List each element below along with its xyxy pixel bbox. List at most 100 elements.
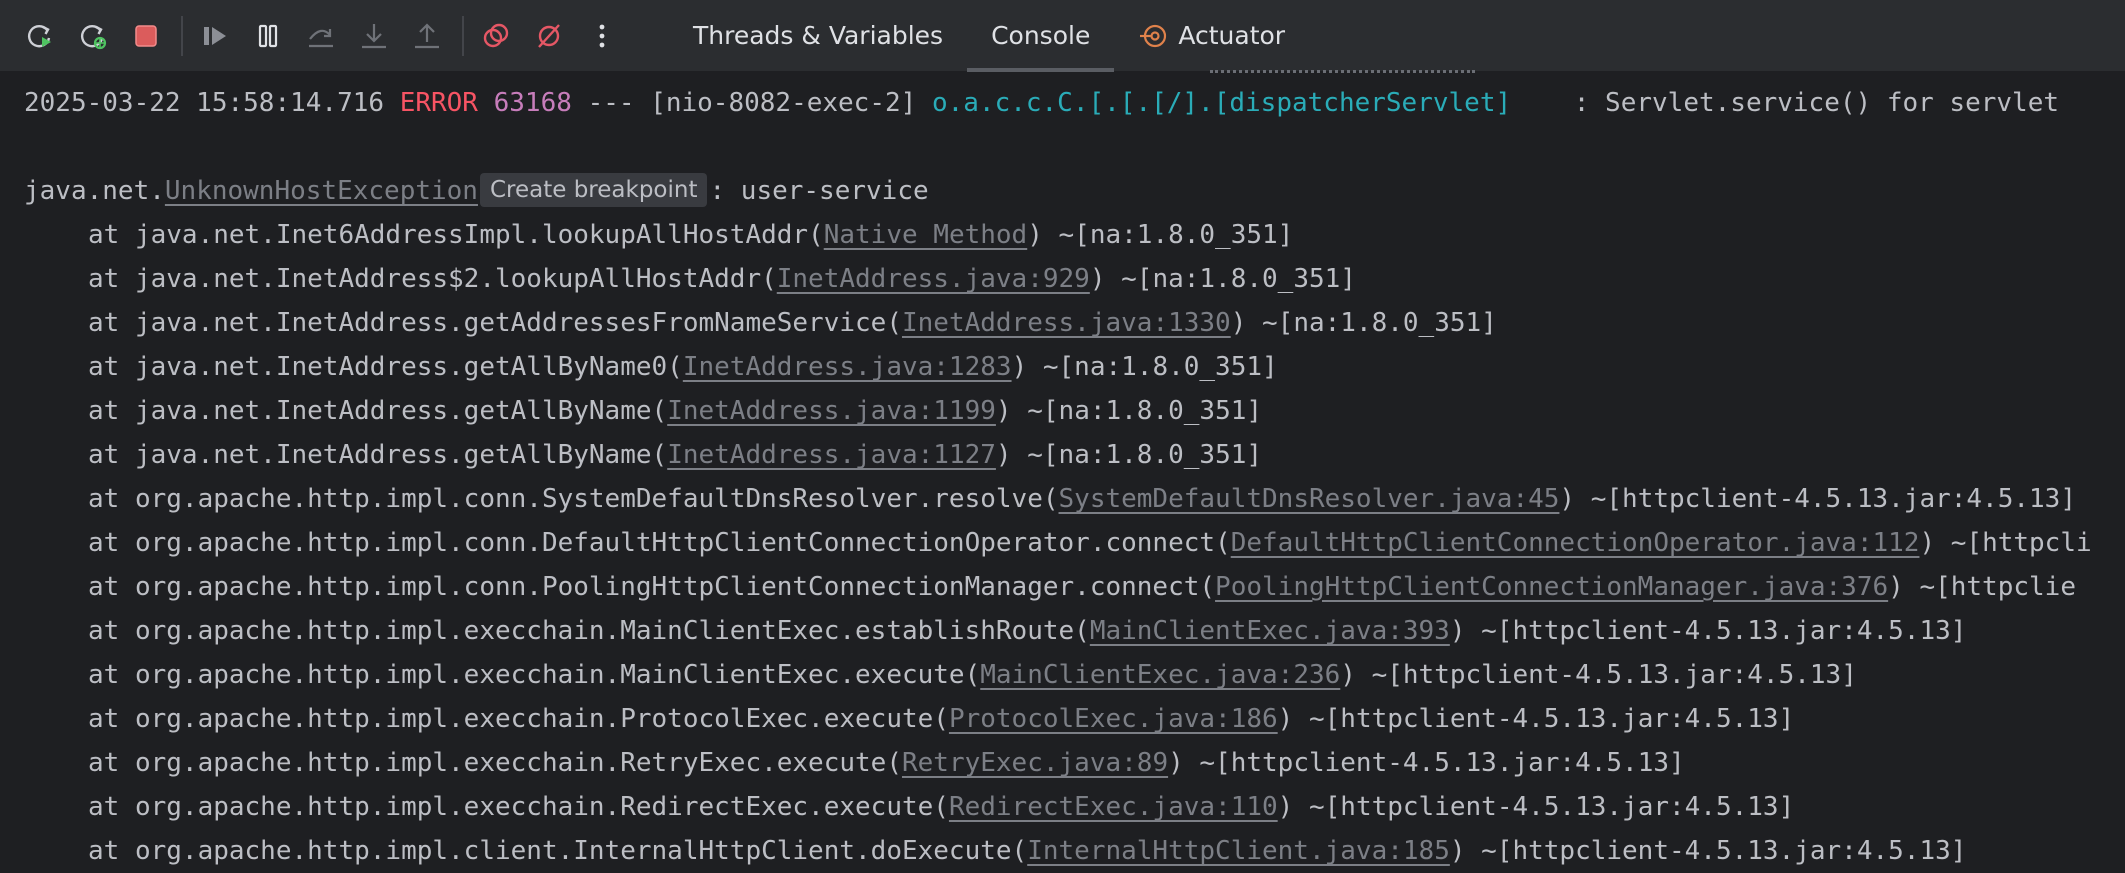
stack-frame: at org.apache.http.impl.execchain.MainCl… [88, 609, 1966, 653]
resume-button[interactable] [197, 18, 233, 54]
exception-class-link[interactable]: UnknownHostException [165, 176, 478, 206]
frame-source-link[interactable]: PoolingHttpClientConnectionManager.java:… [1215, 572, 1888, 602]
tab-threads-variables[interactable]: Threads & Variables [669, 0, 967, 72]
tab-label: Threads & Variables [693, 21, 944, 50]
frame-suffix: ) ~[httpcli [1919, 528, 2092, 558]
exception-line: java.net.UnknownHostException Create brea… [24, 169, 929, 213]
frame-suffix: ) ~[httpclient-4.5.13.jar:4.5.13] [1277, 704, 1795, 734]
frame-method: at org.apache.http.impl.conn.PoolingHttp… [88, 572, 1216, 602]
more-options-button[interactable] [584, 18, 620, 54]
tab-label: Actuator [1178, 21, 1286, 50]
frame-suffix: ) ~[httpclient-4.5.13.jar:4.5.13] [1449, 616, 1967, 646]
log-line: 2025-03-22 15:58:14.716 ERROR 63168 --- … [24, 81, 2059, 125]
step-into-icon [362, 23, 386, 48]
frame-source-link[interactable]: ProtocolExec.java:186 [949, 704, 1278, 734]
stack-frame: at org.apache.http.impl.execchain.Redire… [88, 785, 1794, 829]
frame-source-link[interactable]: DefaultHttpClientConnectionOperator.java… [1231, 528, 1920, 558]
step-out-button[interactable] [409, 18, 445, 54]
frame-suffix: ) ~[httpclient-4.5.13.jar:4.5.13] [1168, 748, 1685, 778]
frame-method: at org.apache.http.impl.execchain.Protoc… [88, 704, 949, 734]
frame-suffix: ) ~[na:1.8.0_351] [1089, 264, 1356, 294]
frame-method: at java.net.InetAddress.getAddressesFrom… [88, 308, 902, 338]
log-thread: [nio-8082-exec-2] [650, 88, 917, 118]
debug-toolbar: Threads & Variables Console Actuator [0, 0, 2125, 72]
stack-frame: at org.apache.http.impl.conn.SystemDefau… [88, 477, 2076, 521]
frame-suffix: ) ~[na:1.8.0_351] [1230, 308, 1497, 338]
frame-suffix: ) ~[httpclient-4.5.13.jar:4.5.13] [1277, 792, 1795, 822]
create-breakpoint-button[interactable]: Create breakpoint [479, 173, 708, 207]
step-over-button[interactable] [303, 18, 339, 54]
frame-source-link[interactable]: MainClientExec.java:393 [1090, 616, 1450, 646]
step-into-button[interactable] [356, 18, 392, 54]
rerun-button[interactable] [22, 18, 58, 54]
console-output[interactable]: 2025-03-22 15:58:14.716 ERROR 63168 --- … [0, 72, 2125, 873]
stack-frame: at java.net.InetAddress$2.lookupAllHostA… [88, 257, 1356, 301]
frame-suffix: ) ~[na:1.8.0_351] [995, 396, 1263, 426]
frame-source-link[interactable]: SystemDefaultDnsResolver.java:45 [1059, 484, 1560, 514]
frame-suffix: ) ~[httpclient-4.5.13.jar:4.5.13] [1340, 660, 1857, 690]
frame-method: at java.net.InetAddress.getAllByName( [88, 440, 668, 470]
stop-button[interactable] [128, 18, 164, 54]
frame-method: at org.apache.http.impl.conn.SystemDefau… [88, 484, 1059, 514]
frame-method: at org.apache.http.impl.execchain.RetryE… [88, 748, 902, 778]
frame-source-link[interactable]: InetAddress.java:1127 [667, 440, 996, 470]
log-logger[interactable]: o.a.c.c.C.[.[.[/].[dispatcherServlet] [932, 88, 1511, 118]
frame-source-link[interactable]: InetAddress.java:1199 [667, 396, 996, 426]
log-timestamp: 2025-03-22 15:58:14.716 [24, 88, 385, 118]
stack-frame: at java.net.InetAddress.getAllByName(Ine… [88, 433, 1262, 477]
log-pid: 63168 [493, 88, 572, 118]
frame-method: at java.net.Inet6AddressImpl.lookupAllHo… [88, 220, 824, 250]
step-over-icon [309, 28, 333, 47]
frame-source-link[interactable]: InternalHttpClient.java:185 [1027, 836, 1450, 866]
resume-icon [204, 26, 226, 45]
view-breakpoints-button[interactable] [478, 18, 514, 54]
log-message: : Servlet.service() for servlet [1511, 88, 2060, 118]
frame-suffix: ) ~[httpclient-4.5.13.jar:4.5.13] [1449, 836, 1967, 866]
frame-method: at org.apache.http.impl.execchain.MainCl… [88, 616, 1090, 646]
rerun-icon [28, 24, 51, 47]
frame-suffix: ) ~[httpclient-4.5.13.jar:4.5.13] [1559, 484, 2076, 514]
exception-message: : user-service [709, 176, 929, 206]
frame-method: at org.apache.http.impl.conn.DefaultHttp… [88, 528, 1231, 558]
tab-label: Console [991, 21, 1091, 50]
rerun-debug-button[interactable] [75, 18, 111, 54]
log-separator: --- [587, 88, 635, 118]
tab-actuator[interactable]: Actuator [1114, 0, 1309, 72]
stack-frame: at java.net.InetAddress.getAllByName(Ine… [88, 389, 1262, 433]
tab-console[interactable]: Console [967, 0, 1115, 72]
frame-source-link[interactable]: InetAddress.java:929 [777, 264, 1090, 294]
frame-source-link[interactable]: InetAddress.java:1283 [683, 352, 1012, 382]
frame-suffix: ) ~[na:1.8.0_351] [1011, 352, 1278, 382]
actuator-icon [1140, 24, 1167, 47]
pause-button[interactable] [250, 18, 286, 54]
frame-method: at org.apache.http.impl.client.InternalH… [88, 836, 1028, 866]
stack-frame: at java.net.InetAddress.getAddressesFrom… [88, 301, 1497, 345]
stack-frame: at org.apache.http.impl.client.InternalH… [88, 829, 1966, 873]
mute-breakpoints-icon [538, 23, 560, 48]
frame-method: at java.net.InetAddress$2.lookupAllHostA… [88, 264, 777, 294]
frame-source-link[interactable]: InetAddress.java:1330 [902, 308, 1231, 338]
rerun-debug-icon [81, 24, 107, 49]
more-options-icon [599, 24, 605, 47]
stack-frame: at java.net.Inet6AddressImpl.lookupAllHo… [88, 213, 1293, 257]
view-breakpoints-icon [483, 23, 509, 47]
frame-source-link[interactable]: Native Method [824, 220, 1028, 250]
frame-method: at org.apache.http.impl.execchain.MainCl… [88, 660, 981, 690]
mute-breakpoints-button[interactable] [531, 18, 567, 54]
frame-source-link[interactable]: MainClientExec.java:236 [980, 660, 1340, 690]
stack-frame: at java.net.InetAddress.getAllByName0(In… [88, 345, 1278, 389]
frame-source-link[interactable]: RetryExec.java:89 [902, 748, 1168, 778]
debug-tabs: Threads & Variables Console Actuator [669, 0, 1309, 72]
frame-suffix: ) ~[httpclie [1888, 572, 2076, 602]
step-out-icon [415, 22, 439, 48]
frame-suffix: ) ~[na:1.8.0_351] [1027, 220, 1294, 250]
exception-package: java.net. [24, 176, 165, 206]
frame-source-link[interactable]: RedirectExec.java:110 [949, 792, 1278, 822]
toolbar-separator [181, 15, 183, 56]
stack-frame: at org.apache.http.impl.conn.PoolingHttp… [88, 565, 2076, 609]
frame-method: at java.net.InetAddress.getAllByName0( [88, 352, 683, 382]
stack-frame: at org.apache.http.impl.conn.DefaultHttp… [88, 521, 2092, 565]
stack-frame: at org.apache.http.impl.execchain.RetryE… [88, 741, 1685, 785]
stop-icon [135, 24, 157, 47]
stack-frame: at org.apache.http.impl.execchain.Protoc… [88, 697, 1794, 741]
